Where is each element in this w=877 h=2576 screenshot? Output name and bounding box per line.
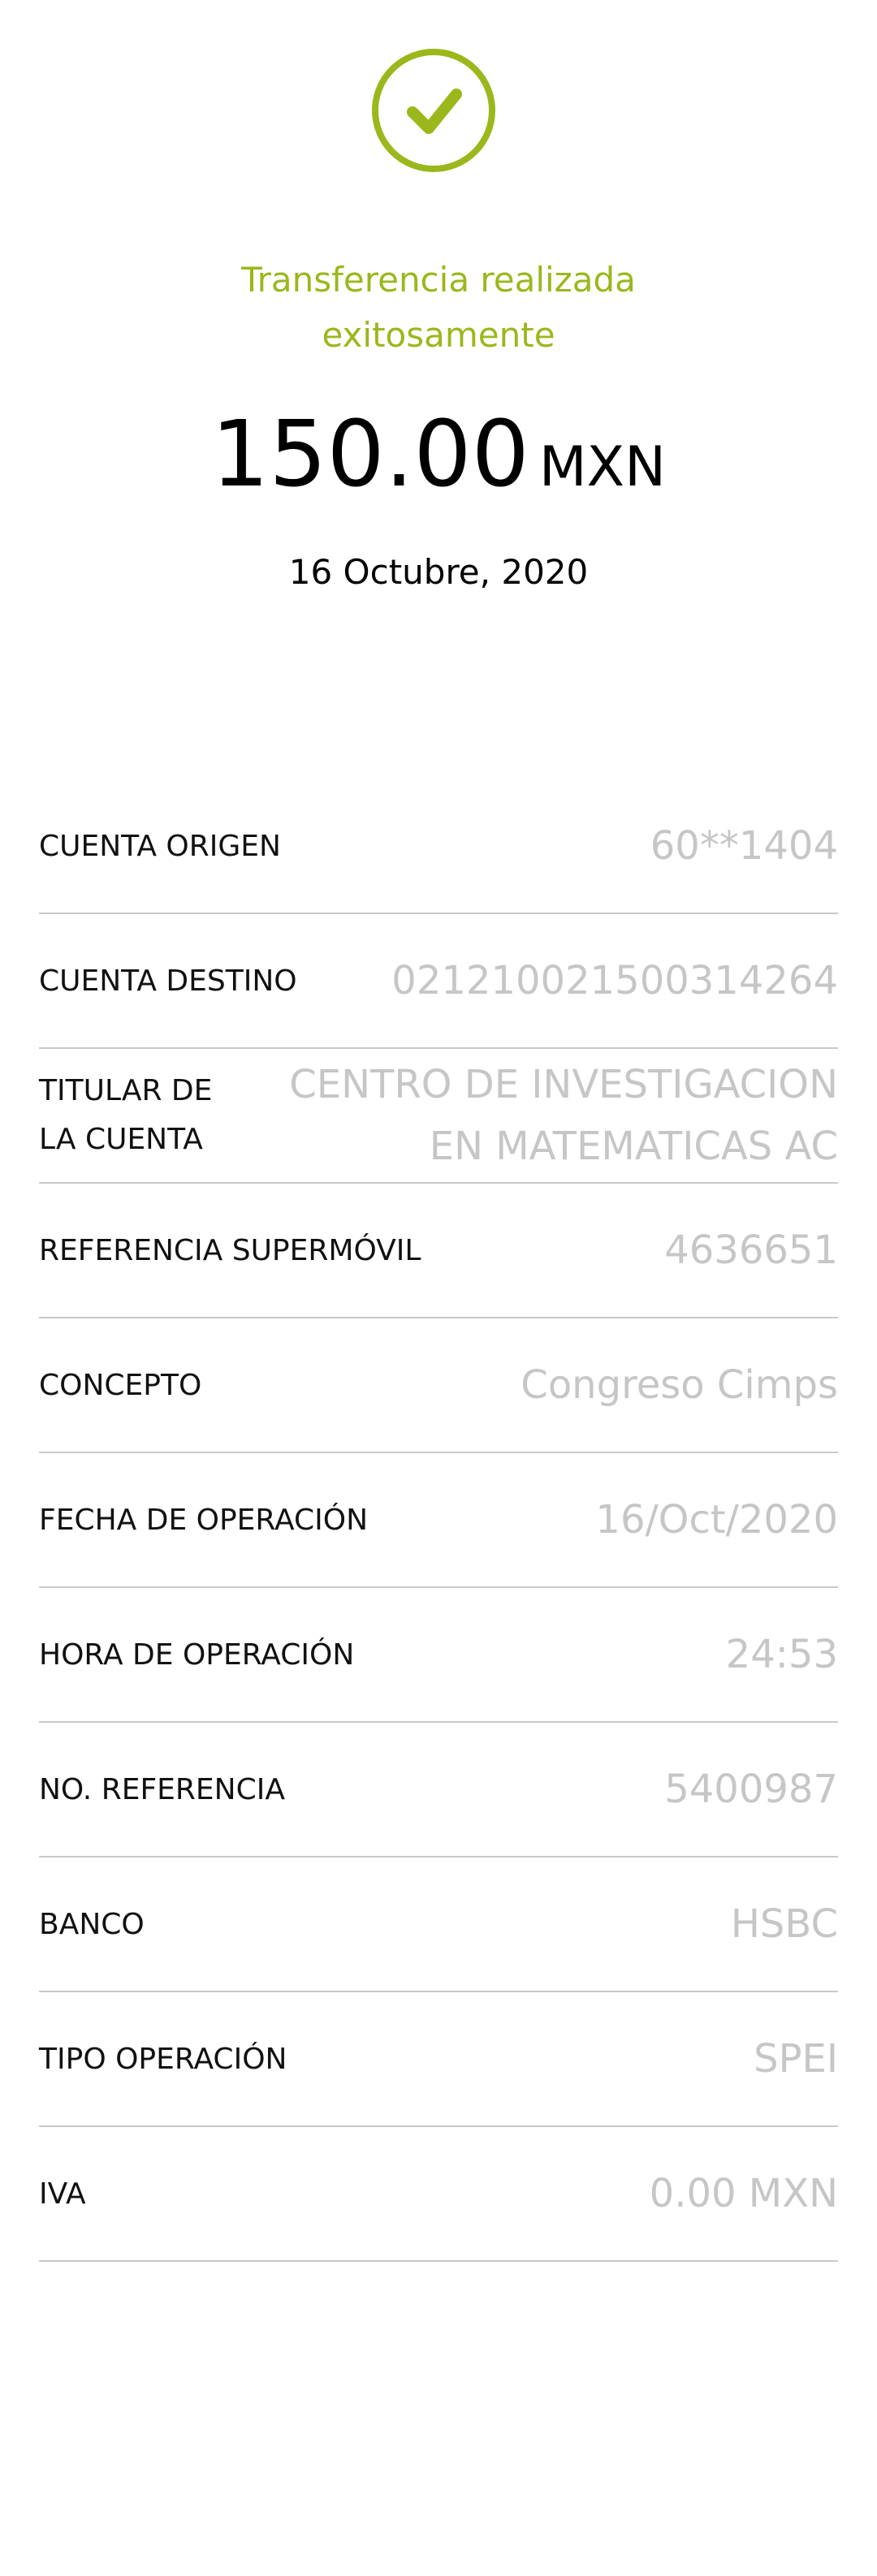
- detail-label: REFERENCIA SUPERMÓVIL: [39, 1233, 421, 1267]
- detail-value: 5400987: [664, 1767, 838, 1812]
- detail-label: IVA: [39, 2177, 86, 2211]
- detail-row-concepto: CONCEPTO Congreso Cimps: [39, 1318, 838, 1453]
- detail-value: HSBC: [730, 1901, 838, 1947]
- detail-value: 021210021500314264: [391, 958, 838, 1003]
- check-circle-icon: [372, 49, 495, 172]
- detail-value: 16/Oct/2020: [595, 1497, 838, 1543]
- status-message-line-2: exitosamente: [322, 315, 555, 355]
- detail-label: CONCEPTO: [39, 1368, 202, 1402]
- detail-label: TITULAR DE LA CUENTA: [39, 1074, 213, 1156]
- detail-value: CENTRO DE INVESTIGACION EN MATEMATICAS A…: [289, 1062, 838, 1169]
- detail-row-banco: BANCO HSBC: [39, 1858, 838, 1992]
- detail-label: HORA DE OPERACIÓN: [39, 1638, 355, 1672]
- success-header: Transferencia realizada exitosamente 150…: [0, 0, 877, 731]
- status-message-line-1: Transferencia realizada: [241, 260, 636, 300]
- transfer-details-list: CUENTA ORIGEN 60**1404 CUENTA DESTINO 02…: [39, 779, 838, 2262]
- detail-row-titular: TITULAR DE LA CUENTA CENTRO DE INVESTIGA…: [39, 1049, 838, 1184]
- detail-value: 60**1404: [650, 823, 838, 869]
- detail-row-fecha-operacion: FECHA DE OPERACIÓN 16/Oct/2020: [39, 1453, 838, 1588]
- detail-label: CUENTA DESTINO: [39, 964, 297, 998]
- detail-row-cuenta-destino: CUENTA DESTINO 021210021500314264: [39, 914, 838, 1049]
- detail-row-iva: IVA 0.00 MXN: [39, 2127, 838, 2262]
- detail-value: 4636651: [664, 1228, 838, 1273]
- detail-value: 0.00 MXN: [649, 2171, 838, 2216]
- amount-currency: MXN: [538, 435, 666, 499]
- detail-row-hora-operacion: HORA DE OPERACIÓN 24:53: [39, 1588, 838, 1723]
- transfer-date: 16 Octubre, 2020: [288, 552, 589, 592]
- detail-value: Congreso Cimps: [521, 1362, 838, 1408]
- detail-row-referencia-supermovil: REFERENCIA SUPERMÓVIL 4636651: [39, 1184, 838, 1318]
- detail-value: SPEI: [754, 2036, 838, 2082]
- detail-label: CUENTA ORIGEN: [39, 829, 281, 863]
- detail-label: FECHA DE OPERACIÓN: [39, 1503, 368, 1537]
- detail-label: TIPO OPERACIÓN: [39, 2042, 287, 2076]
- detail-row-cuenta-origen: CUENTA ORIGEN 60**1404: [39, 779, 838, 914]
- detail-row-no-referencia: NO. REFERENCIA 5400987: [39, 1723, 838, 1858]
- detail-value: 24:53: [725, 1632, 838, 1677]
- checkmark-icon: [407, 88, 462, 134]
- detail-label: NO. REFERENCIA: [39, 1772, 285, 1806]
- amount-value: 150.00: [210, 402, 529, 507]
- detail-row-tipo-operacion: TIPO OPERACIÓN SPEI: [39, 1992, 838, 2127]
- transfer-amount: 150.00 MXN: [0, 398, 877, 538]
- detail-label: BANCO: [39, 1907, 145, 1941]
